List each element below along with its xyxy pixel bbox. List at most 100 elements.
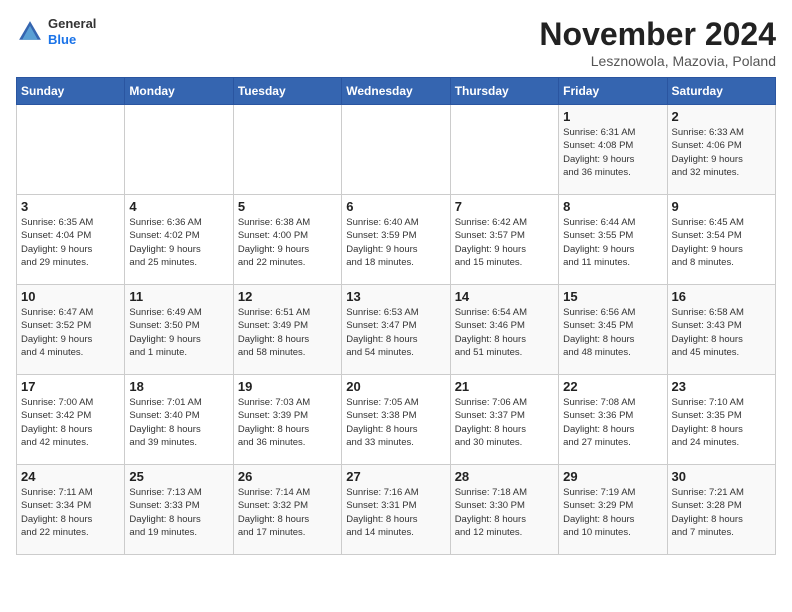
weekday-header-thursday: Thursday — [450, 78, 558, 105]
calendar-cell: 16 Sunrise: 6:58 AM Sunset: 3:43 PM Dayli… — [667, 285, 775, 375]
calendar-cell: 5 Sunrise: 6:38 AM Sunset: 4:00 PM Daylig… — [233, 195, 341, 285]
calendar-cell: 9 Sunrise: 6:45 AM Sunset: 3:54 PM Daylig… — [667, 195, 775, 285]
day-info: Sunrise: 7:21 AM Sunset: 3:28 PM Dayligh… — [672, 486, 771, 539]
day-info: Sunrise: 7:13 AM Sunset: 3:33 PM Dayligh… — [129, 486, 228, 539]
calendar: SundayMondayTuesdayWednesdayThursdayFrid… — [16, 77, 776, 555]
calendar-cell: 27Sunrise: 7:16 AM Sunset: 3:31 PM Dayli… — [342, 465, 450, 555]
day-info: Sunrise: 6:45 AM Sunset: 3:54 PM Dayligh… — [672, 216, 771, 269]
day-number: 13 — [346, 289, 445, 304]
calendar-cell: 26 Sunrise: 7:14 AM Sunset: 3:32 PM Dayli… — [233, 465, 341, 555]
calendar-cell: 1Sunrise: 6:31 AM Sunset: 4:08 PM Daylig… — [559, 105, 667, 195]
day-number: 15 — [563, 289, 662, 304]
calendar-cell — [17, 105, 125, 195]
day-number: 12 — [238, 289, 337, 304]
day-info: Sunrise: 7:03 AM Sunset: 3:39 PM Dayligh… — [238, 396, 337, 449]
day-info: Sunrise: 6:38 AM Sunset: 4:00 PM Dayligh… — [238, 216, 337, 269]
day-number: 21 — [455, 379, 554, 394]
logo: General Blue — [16, 16, 96, 47]
calendar-cell — [125, 105, 233, 195]
day-number: 16 — [672, 289, 771, 304]
calendar-cell: 22 Sunrise: 7:08 AM Sunset: 3:36 PM Dayli… — [559, 375, 667, 465]
calendar-cell: 19 Sunrise: 7:03 AM Sunset: 3:39 PM Dayli… — [233, 375, 341, 465]
logo-general-text: General — [48, 16, 96, 32]
calendar-body: 1Sunrise: 6:31 AM Sunset: 4:08 PM Daylig… — [17, 105, 776, 555]
day-number: 4 — [129, 199, 228, 214]
calendar-cell: 28 Sunrise: 7:18 AM Sunset: 3:30 PM Dayli… — [450, 465, 558, 555]
day-number: 24 — [21, 469, 120, 484]
calendar-cell: 14 Sunrise: 6:54 AM Sunset: 3:46 PM Dayli… — [450, 285, 558, 375]
location: Lesznowola, Mazovia, Poland — [539, 53, 776, 69]
calendar-header: SundayMondayTuesdayWednesdayThursdayFrid… — [17, 78, 776, 105]
day-number: 7 — [455, 199, 554, 214]
day-info: Sunrise: 7:11 AM Sunset: 3:34 PM Dayligh… — [21, 486, 120, 539]
calendar-cell: 13 Sunrise: 6:53 AM Sunset: 3:47 PM Dayli… — [342, 285, 450, 375]
day-number: 18 — [129, 379, 228, 394]
day-info: Sunrise: 7:08 AM Sunset: 3:36 PM Dayligh… — [563, 396, 662, 449]
day-number: 23 — [672, 379, 771, 394]
day-number: 22 — [563, 379, 662, 394]
day-info: Sunrise: 7:05 AM Sunset: 3:38 PM Dayligh… — [346, 396, 445, 449]
calendar-cell: 8 Sunrise: 6:44 AM Sunset: 3:55 PM Daylig… — [559, 195, 667, 285]
calendar-cell: 12 Sunrise: 6:51 AM Sunset: 3:49 PM Dayli… — [233, 285, 341, 375]
weekday-header-wednesday: Wednesday — [342, 78, 450, 105]
calendar-cell: 11Sunrise: 6:49 AM Sunset: 3:50 PM Dayli… — [125, 285, 233, 375]
weekday-header-sunday: Sunday — [17, 78, 125, 105]
day-info: Sunrise: 7:14 AM Sunset: 3:32 PM Dayligh… — [238, 486, 337, 539]
month-title: November 2024 — [539, 16, 776, 53]
weekday-header-friday: Friday — [559, 78, 667, 105]
calendar-week-4: 17 Sunrise: 7:00 AM Sunset: 3:42 PM Dayli… — [17, 375, 776, 465]
day-number: 19 — [238, 379, 337, 394]
day-info: Sunrise: 6:36 AM Sunset: 4:02 PM Dayligh… — [129, 216, 228, 269]
calendar-cell: 7Sunrise: 6:42 AM Sunset: 3:57 PM Daylig… — [450, 195, 558, 285]
day-info: Sunrise: 6:35 AM Sunset: 4:04 PM Dayligh… — [21, 216, 120, 269]
day-info: Sunrise: 6:49 AM Sunset: 3:50 PM Dayligh… — [129, 306, 228, 359]
day-number: 28 — [455, 469, 554, 484]
day-info: Sunrise: 6:53 AM Sunset: 3:47 PM Dayligh… — [346, 306, 445, 359]
calendar-cell: 20 Sunrise: 7:05 AM Sunset: 3:38 PM Dayli… — [342, 375, 450, 465]
calendar-week-3: 10Sunrise: 6:47 AM Sunset: 3:52 PM Dayli… — [17, 285, 776, 375]
day-number: 25 — [129, 469, 228, 484]
day-info: Sunrise: 7:00 AM Sunset: 3:42 PM Dayligh… — [21, 396, 120, 449]
calendar-week-5: 24 Sunrise: 7:11 AM Sunset: 3:34 PM Dayli… — [17, 465, 776, 555]
weekday-header-monday: Monday — [125, 78, 233, 105]
day-number: 29 — [563, 469, 662, 484]
calendar-cell: 3 Sunrise: 6:35 AM Sunset: 4:04 PM Daylig… — [17, 195, 125, 285]
day-number: 26 — [238, 469, 337, 484]
day-info: Sunrise: 6:51 AM Sunset: 3:49 PM Dayligh… — [238, 306, 337, 359]
day-number: 10 — [21, 289, 120, 304]
day-info: Sunrise: 6:54 AM Sunset: 3:46 PM Dayligh… — [455, 306, 554, 359]
day-info: Sunrise: 7:18 AM Sunset: 3:30 PM Dayligh… — [455, 486, 554, 539]
calendar-cell: 6Sunrise: 6:40 AM Sunset: 3:59 PM Daylig… — [342, 195, 450, 285]
weekday-header-saturday: Saturday — [667, 78, 775, 105]
day-info: Sunrise: 6:58 AM Sunset: 3:43 PM Dayligh… — [672, 306, 771, 359]
day-number: 14 — [455, 289, 554, 304]
day-info: Sunrise: 7:01 AM Sunset: 3:40 PM Dayligh… — [129, 396, 228, 449]
header: General Blue November 2024 Lesznowola, M… — [16, 16, 776, 69]
day-number: 30 — [672, 469, 771, 484]
day-number: 3 — [21, 199, 120, 214]
weekday-row: SundayMondayTuesdayWednesdayThursdayFrid… — [17, 78, 776, 105]
day-info: Sunrise: 6:56 AM Sunset: 3:45 PM Dayligh… — [563, 306, 662, 359]
calendar-cell: 17 Sunrise: 7:00 AM Sunset: 3:42 PM Dayli… — [17, 375, 125, 465]
day-number: 20 — [346, 379, 445, 394]
calendar-cell — [450, 105, 558, 195]
day-number: 5 — [238, 199, 337, 214]
day-number: 8 — [563, 199, 662, 214]
day-info: Sunrise: 6:44 AM Sunset: 3:55 PM Dayligh… — [563, 216, 662, 269]
title-area: November 2024 Lesznowola, Mazovia, Polan… — [539, 16, 776, 69]
day-number: 9 — [672, 199, 771, 214]
logo-blue-text: Blue — [48, 32, 96, 48]
day-number: 6 — [346, 199, 445, 214]
calendar-cell: 30 Sunrise: 7:21 AM Sunset: 3:28 PM Dayli… — [667, 465, 775, 555]
day-number: 17 — [21, 379, 120, 394]
day-info: Sunrise: 6:33 AM Sunset: 4:06 PM Dayligh… — [672, 126, 771, 179]
calendar-cell — [342, 105, 450, 195]
day-number: 2 — [672, 109, 771, 124]
logo-text: General Blue — [48, 16, 96, 47]
day-info: Sunrise: 7:19 AM Sunset: 3:29 PM Dayligh… — [563, 486, 662, 539]
calendar-cell: 25 Sunrise: 7:13 AM Sunset: 3:33 PM Dayli… — [125, 465, 233, 555]
day-info: Sunrise: 7:06 AM Sunset: 3:37 PM Dayligh… — [455, 396, 554, 449]
calendar-cell: 29 Sunrise: 7:19 AM Sunset: 3:29 PM Dayli… — [559, 465, 667, 555]
calendar-cell: 24 Sunrise: 7:11 AM Sunset: 3:34 PM Dayli… — [17, 465, 125, 555]
calendar-cell: 4 Sunrise: 6:36 AM Sunset: 4:02 PM Daylig… — [125, 195, 233, 285]
